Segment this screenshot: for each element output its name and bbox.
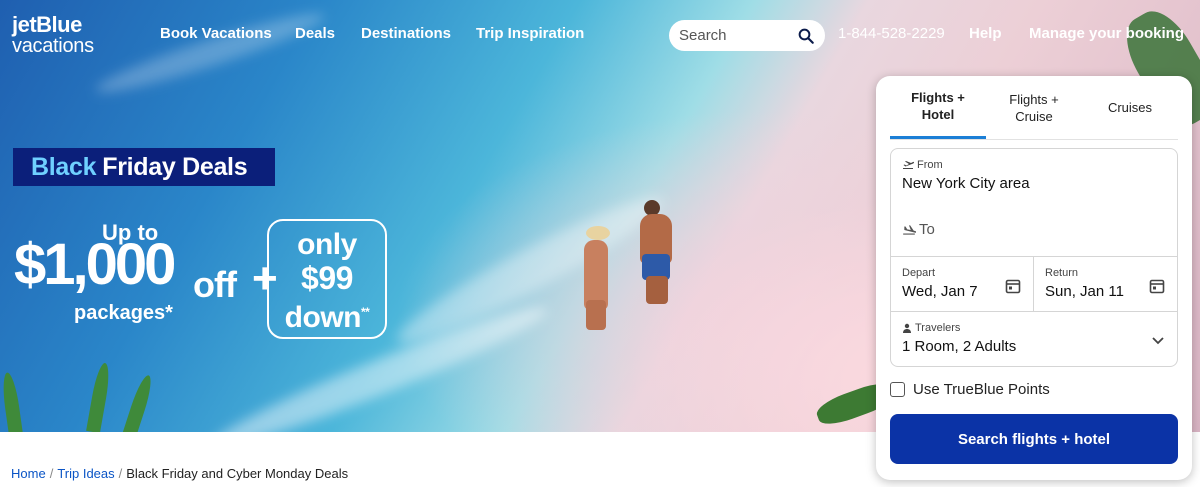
logo-line1: jetBlue — [12, 12, 82, 37]
depart-value: Wed, Jan 7 — [902, 283, 978, 300]
badge-text: Friday Deals — [102, 152, 248, 181]
depart-field[interactable]: Depart Wed, Jan 7 — [890, 257, 1034, 312]
to-label-text: To — [919, 221, 935, 238]
to-label: To — [902, 221, 935, 238]
nav-manage-booking[interactable]: Manage your booking — [1029, 25, 1184, 42]
trueblue-points-checkbox[interactable] — [890, 382, 905, 397]
from-value: New York City area — [902, 175, 1030, 192]
search-icon[interactable] — [797, 27, 815, 45]
promo-down-mark: ** — [360, 305, 370, 319]
from-label: From — [902, 159, 943, 171]
nav-destinations[interactable]: Destinations — [361, 25, 451, 42]
nav-book-vacations[interactable]: Book Vacations — [160, 25, 272, 42]
booking-widget: Flights + Hotel Flights + Cruise Cruises F… — [876, 76, 1192, 480]
tab-flights-cruise[interactable]: Flights + Cruise — [986, 76, 1082, 139]
breadcrumb-trip-ideas[interactable]: Trip Ideas — [57, 466, 114, 481]
trueblue-points-label: Use TrueBlue Points — [913, 381, 1050, 398]
promo-packages: packages* — [74, 302, 173, 324]
return-label: Return — [1045, 267, 1079, 279]
promo-only: only — [297, 228, 357, 261]
palm-leaf — [120, 373, 156, 432]
tab-label: Cruises — [1107, 100, 1153, 115]
woman-hat — [586, 226, 610, 240]
promo-down-payment-box: only $99 down** — [267, 219, 387, 339]
tab-label: Flights + — [1009, 91, 1059, 107]
nav-deals[interactable]: Deals — [295, 25, 335, 42]
logo-line2: vacations — [12, 35, 94, 57]
from-label-text: From — [917, 159, 943, 171]
badge-highlight: Black — [31, 152, 97, 181]
person-icon — [903, 323, 911, 333]
nav-trip-inspiration[interactable]: Trip Inspiration — [476, 25, 584, 42]
tab-label: Cruise — [1015, 108, 1053, 124]
promo-off: off — [193, 264, 237, 305]
promo-down: down** — [269, 295, 385, 335]
calendar-icon[interactable] — [1149, 278, 1165, 294]
trueblue-points-row: Use TrueBlue Points — [890, 381, 1050, 398]
woman-legs — [586, 300, 606, 330]
tab-flights-hotel[interactable]: Flights + Hotel — [890, 76, 986, 139]
travelers-field[interactable]: Travelers 1 Room, 2 Adults — [890, 312, 1178, 367]
plane-landing-icon — [903, 224, 916, 235]
search-input[interactable] — [679, 27, 789, 44]
page: jetBlue vacations Book Vacations Deals D… — [0, 0, 1200, 487]
to-field[interactable]: To — [890, 202, 1178, 257]
search-box — [669, 20, 825, 51]
travelers-value: 1 Room, 2 Adults — [902, 338, 1017, 355]
return-field[interactable]: Return Sun, Jan 11 — [1034, 257, 1178, 312]
from-field[interactable]: From New York City area — [890, 148, 1178, 203]
depart-label: Depart — [902, 267, 936, 279]
breadcrumb: Home / Trip Ideas / Black Friday and Cyber M… — [11, 466, 348, 481]
return-value: Sun, Jan 11 — [1045, 283, 1124, 300]
phone-number[interactable]: 1-844-528-2229 — [838, 25, 945, 42]
wave-foam — [388, 181, 672, 359]
travelers-label: Travelers — [902, 322, 960, 334]
promo-amount: $1,000 — [14, 232, 176, 297]
top-nav: jetBlue vacations Book Vacations Deals D… — [0, 0, 1200, 70]
breadcrumb-current: Black Friday and Cyber Monday Deals — [126, 466, 349, 481]
breadcrumb-home[interactable]: Home — [11, 466, 46, 481]
chevron-down-icon[interactable] — [1151, 333, 1165, 347]
search-flights-hotel-button[interactable]: Search flights + hotel — [890, 414, 1178, 464]
booking-tabs: Flights + Hotel Flights + Cruise Cruises — [890, 76, 1178, 140]
tab-label: Hotel — [921, 107, 955, 122]
promo-down-text: down — [284, 301, 362, 334]
promo-down-amount: $99 — [301, 260, 353, 296]
palm-leaf — [0, 371, 24, 432]
tab-label: Flights + — [911, 90, 965, 105]
tab-cruises[interactable]: Cruises — [1082, 76, 1178, 139]
breadcrumb-separator: / — [49, 466, 54, 481]
travelers-label-text: Travelers — [915, 322, 961, 334]
palm-leaf — [86, 361, 113, 432]
black-friday-badge: Black Friday Deals — [13, 148, 275, 186]
calendar-icon[interactable] — [1005, 278, 1021, 294]
breadcrumb-separator: / — [118, 466, 123, 481]
jetblue-vacations-logo[interactable]: jetBlue vacations — [12, 12, 94, 57]
nav-help[interactable]: Help — [969, 25, 1002, 42]
man-legs — [646, 276, 668, 304]
plane-takeoff-icon — [903, 161, 914, 169]
